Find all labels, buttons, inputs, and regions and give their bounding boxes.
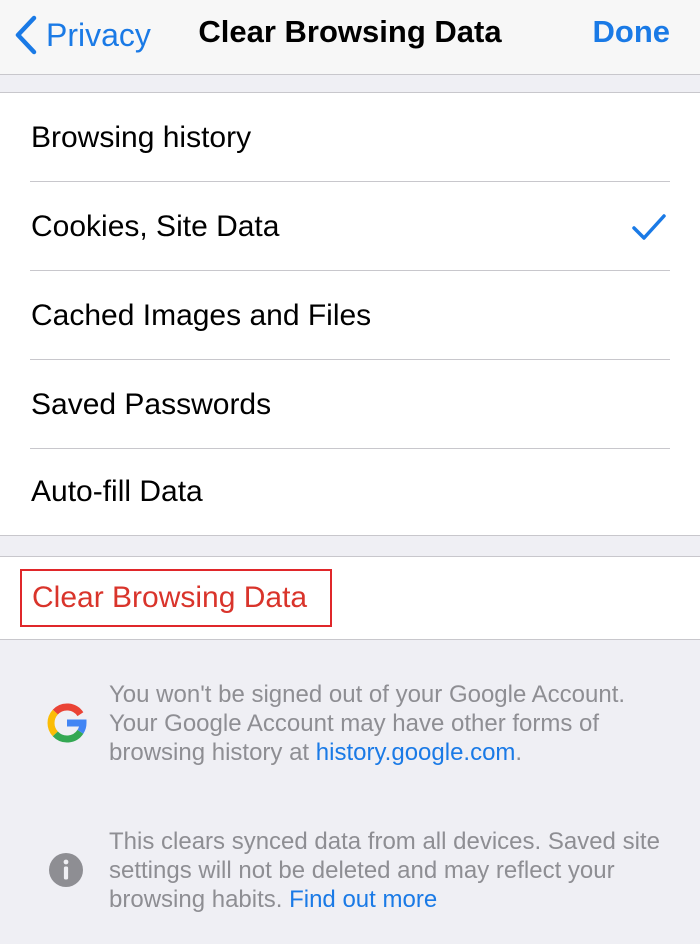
option-label: Browsing history <box>31 120 252 154</box>
info-icon <box>49 853 83 887</box>
option-label: Auto-fill Data <box>31 475 203 508</box>
data-types-list: Browsing history Cookies, Site Data Cach… <box>0 92 700 536</box>
back-button[interactable]: Privacy <box>14 12 151 58</box>
option-label: Cached Images and Files <box>31 298 372 332</box>
google-logo-icon <box>47 703 87 743</box>
sync-notice-text: This clears synced data from all devices… <box>109 827 670 914</box>
chevron-left-icon <box>15 15 37 55</box>
option-cookies-site-data[interactable]: Cookies, Site Data <box>0 182 700 271</box>
google-notice-suffix: . <box>515 739 523 766</box>
option-saved-passwords[interactable]: Saved Passwords <box>0 360 700 449</box>
option-label: Cookies, Site Data <box>31 209 280 243</box>
option-label: Saved Passwords <box>31 387 272 421</box>
checkmark-icon <box>632 213 666 240</box>
history-google-link[interactable]: history.google.com <box>316 739 516 766</box>
google-notice-text: You won't be signed out of your Google A… <box>109 680 670 767</box>
done-button[interactable]: Done <box>593 14 671 50</box>
clear-section: Clear Browsing Data <box>0 556 700 640</box>
back-button-label: Privacy <box>46 16 151 53</box>
navigation-bar: Privacy Clear Browsing Data Done <box>0 0 700 75</box>
clear-browsing-data-button[interactable]: Clear Browsing Data <box>20 569 332 627</box>
find-out-more-link[interactable]: Find out more <box>289 886 437 913</box>
option-cached-images-files[interactable]: Cached Images and Files <box>0 271 700 360</box>
option-browsing-history[interactable]: Browsing history <box>0 93 700 182</box>
option-autofill-data[interactable]: Auto-fill Data <box>0 449 700 535</box>
